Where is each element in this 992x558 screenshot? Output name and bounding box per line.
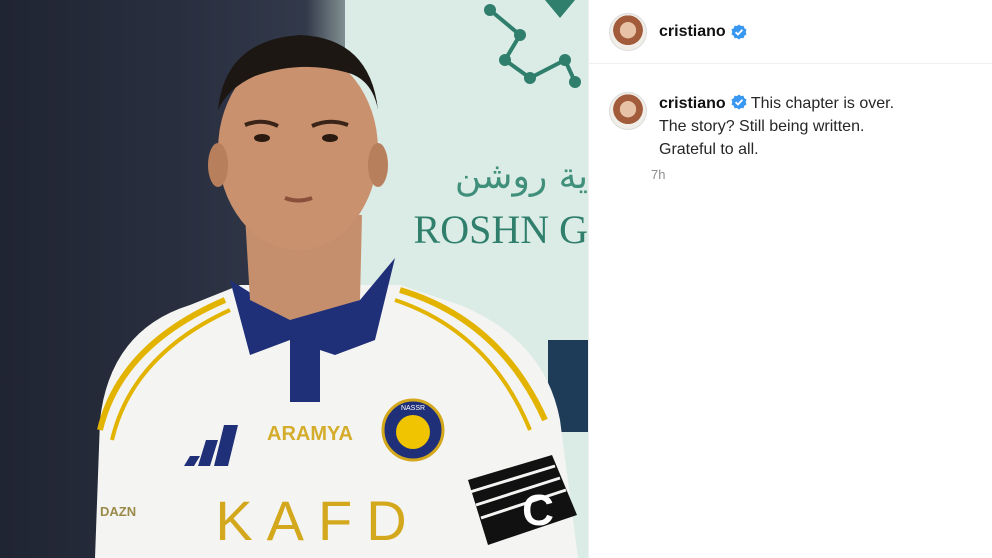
- shirt-sponsor-text: KAFD: [215, 489, 420, 552]
- caption-row: cristiano This chapter is over. The stor…: [589, 64, 992, 161]
- caption-username[interactable]: cristiano: [659, 95, 726, 112]
- caption-text-line1: This chapter is over.: [750, 95, 895, 112]
- player-photo: ية روشن ROSHN G ARAMYA KAFD NASSR C DAZN: [0, 0, 588, 558]
- header-username[interactable]: cristiano: [659, 23, 726, 41]
- sleeve-text: DAZN: [100, 504, 136, 519]
- instagram-post: ية روشن ROSHN G ARAMYA KAFD NASSR C DAZN…: [0, 0, 992, 558]
- verified-badge-icon: [731, 94, 747, 110]
- post-side-panel: cristiano cristiano This chapter is over…: [588, 0, 992, 558]
- sponsor-text-english: ROSHN G: [414, 207, 588, 252]
- post-timestamp[interactable]: 7h: [651, 167, 992, 182]
- post-photo[interactable]: ية روشن ROSHN G ARAMYA KAFD NASSR C DAZN: [0, 0, 588, 558]
- verified-badge-icon: [731, 24, 747, 39]
- caption-text-line2: The story? Still being written.: [659, 118, 865, 135]
- sponsor-text-arabic: ية روشن: [455, 156, 588, 197]
- shirt-brand-text: ARAMYA: [267, 423, 353, 445]
- captain-letter: C: [522, 486, 554, 535]
- svg-text:NASSR: NASSR: [401, 405, 425, 412]
- post-caption: cristiano This chapter is over. The stor…: [659, 92, 894, 161]
- avatar[interactable]: [609, 12, 647, 51]
- caption-avatar[interactable]: [609, 92, 647, 130]
- post-header: cristiano: [589, 0, 992, 64]
- caption-text-line3: Grateful to all.: [659, 141, 759, 158]
